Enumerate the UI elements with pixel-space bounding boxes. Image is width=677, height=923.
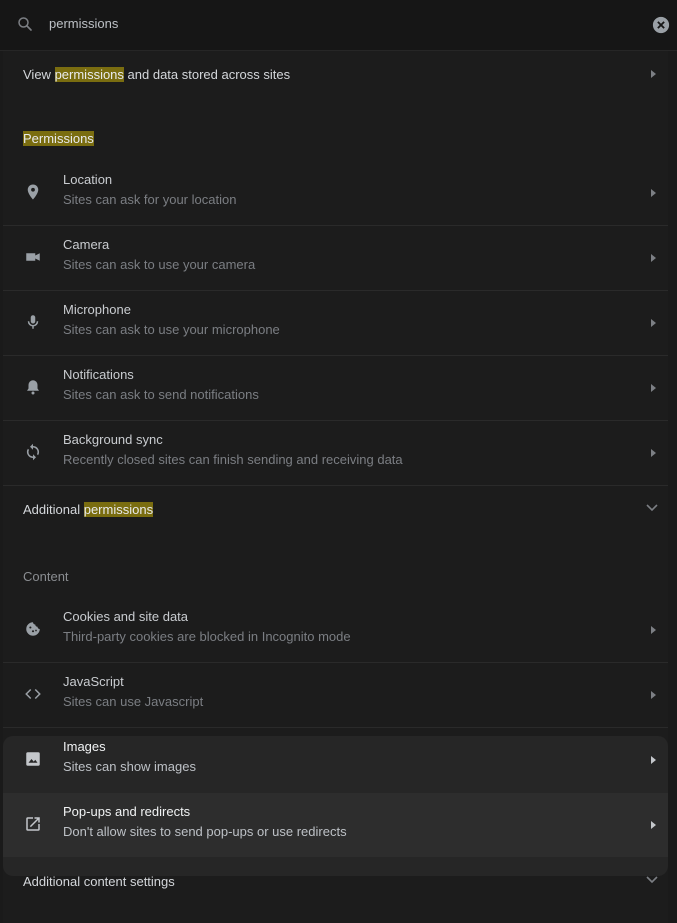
item-subtitle: Sites can ask to use your camera <box>63 257 256 272</box>
arrow-right-icon <box>651 70 656 78</box>
permission-item-camera[interactable]: Camera Sites can ask to use your camera <box>3 226 668 291</box>
item-title: Notifications <box>63 367 134 382</box>
additional-permissions-label: Additional permissions <box>23 502 154 517</box>
item-title: Microphone <box>63 302 131 317</box>
content-item-popups[interactable]: Pop-ups and redirects Don't allow sites … <box>3 793 668 857</box>
permissions-section-header: Permissions <box>23 131 94 146</box>
open-external-icon <box>26 817 40 831</box>
additional-content-settings-expander[interactable]: Additional content settings <box>3 858 668 902</box>
content-item-images[interactable]: Images Sites can show images <box>3 728 668 792</box>
permission-item-location[interactable]: Location Sites can ask for your location <box>3 161 668 226</box>
arrow-right-icon <box>651 691 656 699</box>
additional-permissions-expander[interactable]: Additional permissions <box>3 486 668 530</box>
item-title: Location <box>63 172 113 187</box>
bell-icon <box>27 380 39 395</box>
content-item-javascript[interactable]: JavaScript Sites can use Javascript <box>3 663 668 728</box>
search-input[interactable]: permissions <box>49 16 118 31</box>
image-icon <box>26 752 40 766</box>
arrow-right-icon <box>651 756 656 764</box>
microphone-icon <box>27 315 39 329</box>
item-subtitle: Don't allow sites to send pop-ups or use… <box>63 824 347 839</box>
content-section-header: Content <box>23 569 69 584</box>
content-item-cookies[interactable]: Cookies and site data Third-party cookie… <box>3 598 668 663</box>
arrow-right-icon <box>651 449 656 457</box>
item-title: Images <box>63 739 106 754</box>
view-permissions-label: View permissions and data stored across … <box>23 67 291 82</box>
item-subtitle: Sites can ask to use your microphone <box>63 322 280 337</box>
item-subtitle: Recently closed sites can finish sending… <box>63 452 403 467</box>
search-icon <box>18 17 32 31</box>
item-subtitle: Third-party cookies are blocked in Incog… <box>63 629 351 644</box>
item-title: Cookies and site data <box>63 609 189 624</box>
arrow-right-icon <box>651 254 656 262</box>
arrow-right-icon <box>651 319 656 327</box>
permission-item-background-sync[interactable]: Background sync Recently closed sites ca… <box>3 421 668 486</box>
camera-icon <box>26 253 40 261</box>
permission-item-notifications[interactable]: Notifications Sites can ask to send noti… <box>3 356 668 421</box>
item-subtitle: Sites can ask to send notifications <box>63 387 259 402</box>
arrow-right-icon <box>651 384 656 392</box>
item-title: Pop-ups and redirects <box>63 804 191 819</box>
location-pin-icon <box>27 184 39 200</box>
permission-item-microphone[interactable]: Microphone Sites can ask to use your mic… <box>3 291 668 356</box>
view-permissions-row[interactable]: View permissions and data stored across … <box>3 51 668 96</box>
item-subtitle: Sites can use Javascript <box>63 694 204 709</box>
additional-content-settings-label: Additional content settings <box>23 874 175 889</box>
cookie-icon <box>26 622 40 636</box>
arrow-right-icon <box>651 189 656 197</box>
item-title: JavaScript <box>63 674 124 689</box>
clear-search-icon[interactable] <box>652 16 670 34</box>
item-subtitle: Sites can show images <box>63 759 196 774</box>
chevron-down-icon <box>646 504 658 512</box>
arrow-right-icon <box>651 821 656 829</box>
search-bar: permissions <box>0 0 677 51</box>
code-brackets-icon <box>25 688 41 700</box>
arrow-right-icon <box>651 626 656 634</box>
chevron-down-icon <box>646 876 658 884</box>
item-subtitle: Sites can ask for your location <box>63 192 237 207</box>
item-title: Background sync <box>63 432 163 447</box>
item-title: Camera <box>63 237 110 252</box>
sync-icon <box>26 443 40 461</box>
